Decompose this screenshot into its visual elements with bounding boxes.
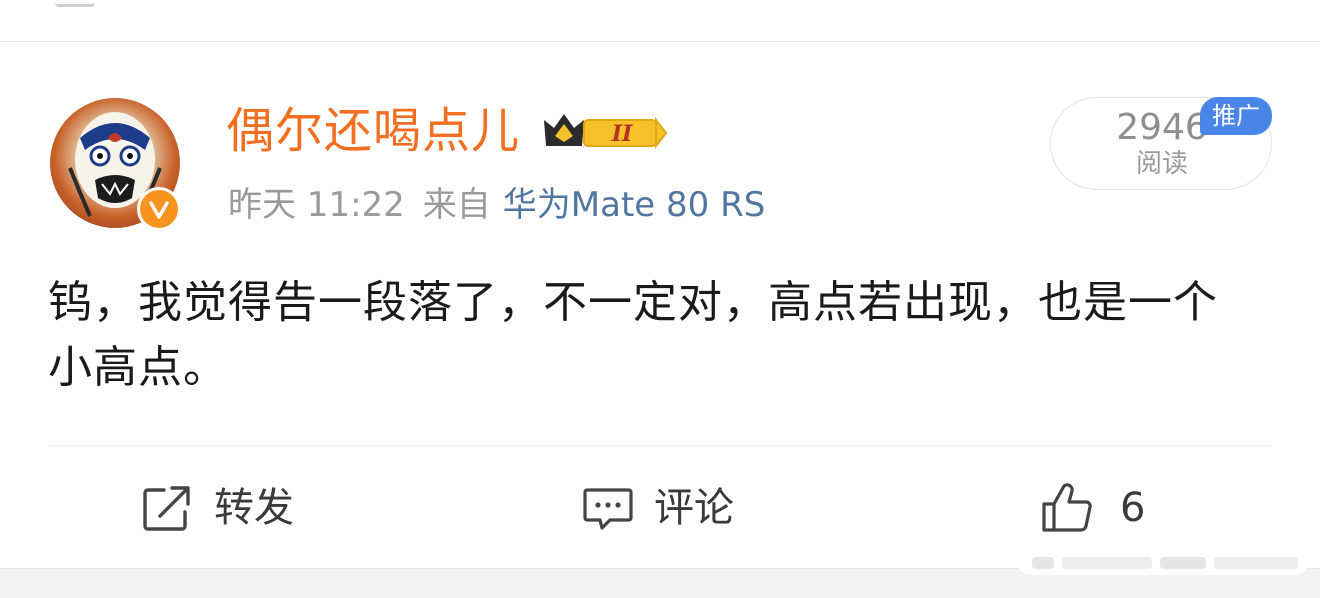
like-button[interactable]: 6 — [1040, 478, 1145, 538]
member-level-text: II — [611, 121, 633, 147]
thumbs-up-icon — [1042, 483, 1092, 532]
read-label: 阅读 — [1135, 149, 1188, 179]
source-prefix: 来自 — [422, 185, 491, 225]
author-name[interactable]: 偶尔还喝点儿 — [226, 103, 520, 159]
divider — [48, 445, 1272, 446]
post-meta: 昨天 11:22 来自 华为Mate 80 RS — [228, 183, 765, 227]
post-content: 钨，我觉得告一段落了，不一定对，高点若出现，也是一个小高点。 — [48, 277, 1218, 393]
verified-badge-icon — [137, 187, 181, 231]
divider — [0, 41, 1320, 42]
like-count: 6 — [1120, 485, 1146, 531]
watermark-icon — [1018, 551, 1308, 575]
repost-button[interactable]: 转发 — [142, 478, 294, 538]
previous-post-stub — [55, 0, 95, 7]
post-time: 昨天 11:22 — [228, 185, 405, 225]
promote-tag[interactable]: 推广 — [1200, 97, 1272, 135]
source-device-link[interactable]: 华为Mate 80 RS — [503, 185, 766, 225]
previous-post-edge — [0, 0, 1320, 42]
comment-icon — [583, 488, 633, 530]
member-level-badge-icon[interactable]: II — [540, 106, 670, 158]
comment-button[interactable]: 评论 — [582, 478, 734, 538]
comment-label: 评论 — [654, 485, 734, 531]
repost-icon — [143, 486, 190, 531]
repost-label: 转发 — [214, 485, 294, 531]
